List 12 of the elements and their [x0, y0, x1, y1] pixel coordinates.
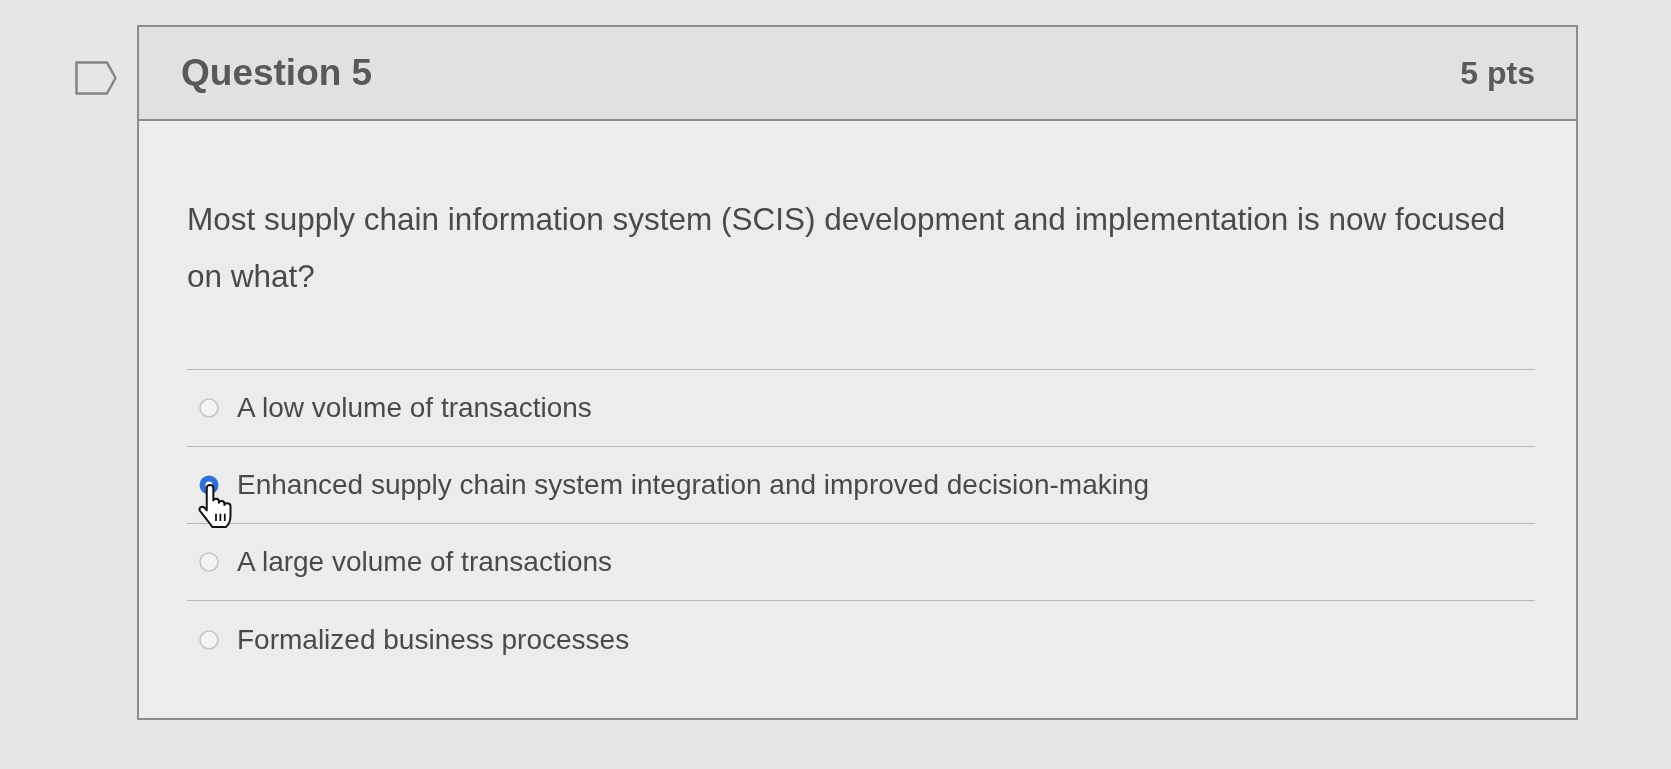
question-title: Question 5: [181, 51, 373, 96]
question-points: 5 pts: [1460, 54, 1535, 93]
radio-button[interactable]: [199, 552, 219, 572]
answer-label[interactable]: Formalized business processes: [237, 618, 630, 661]
radio-button[interactable]: [199, 629, 219, 650]
question-text: Most supply chain information system (SCIS) development and implementation is now focused on what?: [187, 200, 1507, 296]
radio-button[interactable]: [199, 398, 219, 418]
answer-label[interactable]: A large volume of transactions: [237, 541, 613, 583]
bookmark-icon[interactable]: [75, 61, 117, 95]
answer-label[interactable]: Enhanced supply chain system integration and improved decision-making: [237, 464, 1150, 506]
hand-pointer-icon: [197, 484, 233, 528]
answer-label[interactable]: A low volume of transactions: [237, 387, 592, 429]
